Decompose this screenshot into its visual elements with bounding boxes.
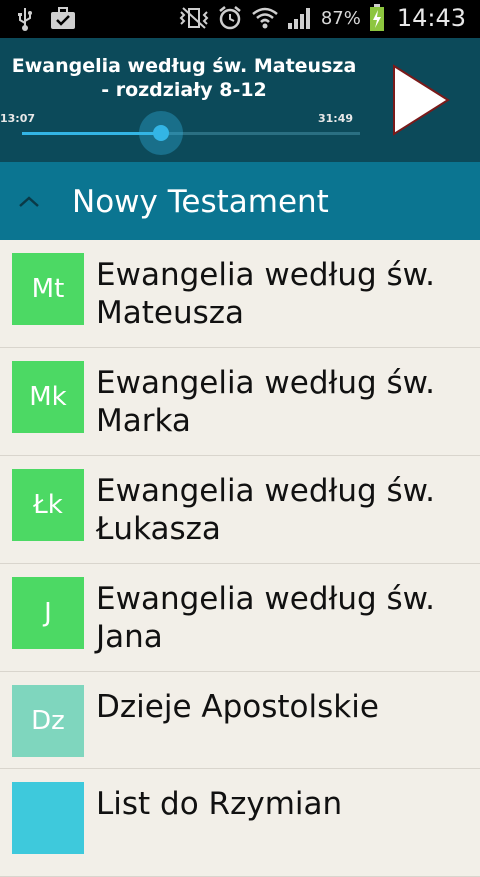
book-name: Ewangelia według św. Jana: [96, 581, 436, 655]
signal-icon: [287, 8, 310, 29]
briefcase-icon: [51, 7, 75, 29]
status-bar: 87% 14:43: [0, 0, 480, 38]
list-item[interactable]: Mt Ewangelia według św. Mateusza: [0, 240, 480, 348]
track-title: Ewangelia według św. Mateusza - rozdział…: [11, 55, 357, 101]
book-name: Dzieje Apostolskie: [96, 689, 379, 725]
wifi-icon: [252, 7, 278, 29]
seek-bar[interactable]: [22, 111, 360, 155]
seek-bar-thumb[interactable]: [138, 111, 183, 155]
section-header-nowy-testament[interactable]: Nowy Testament: [0, 162, 480, 240]
audio-player: Ewangelia według św. Mateusza - rozdział…: [0, 38, 480, 162]
elapsed-time: 13:07: [0, 112, 36, 125]
list-item[interactable]: Łk Ewangelia według św. Łukasza: [0, 456, 480, 564]
clock: 14:43: [396, 4, 466, 32]
usb-icon: [18, 8, 32, 31]
list-item[interactable]: Mk Ewangelia według św. Marka: [0, 348, 480, 456]
battery-charging-icon: [369, 4, 384, 31]
book-list: Mt Ewangelia według św. Mateusza Mk Ewan…: [0, 240, 480, 877]
list-item[interactable]: List do Rzymian: [0, 769, 480, 877]
list-item[interactable]: J Ewangelia według św. Jana: [0, 564, 480, 672]
book-badge: Mt: [12, 253, 84, 325]
section-title: Nowy Testament: [72, 184, 329, 220]
book-badge: Mk: [12, 361, 84, 433]
book-name: Ewangelia według św. Mateusza: [96, 257, 436, 331]
book-badge: Dz: [12, 685, 84, 757]
battery-percent: 87%: [320, 7, 361, 29]
list-item[interactable]: Dz Dzieje Apostolskie: [0, 672, 480, 769]
play-icon[interactable]: [384, 60, 454, 140]
book-badge: J: [12, 577, 84, 649]
total-duration: 31:49: [318, 112, 354, 125]
vibrate-mute-icon: [179, 7, 209, 29]
book-badge: [12, 782, 84, 854]
book-badge: Łk: [12, 469, 84, 541]
book-name: Ewangelia według św. Marka: [96, 365, 436, 439]
alarm-icon: [219, 6, 241, 30]
book-name: List do Rzymian: [96, 786, 343, 822]
chevron-up-icon[interactable]: [16, 190, 42, 212]
book-name: Ewangelia według św. Łukasza: [96, 473, 436, 547]
